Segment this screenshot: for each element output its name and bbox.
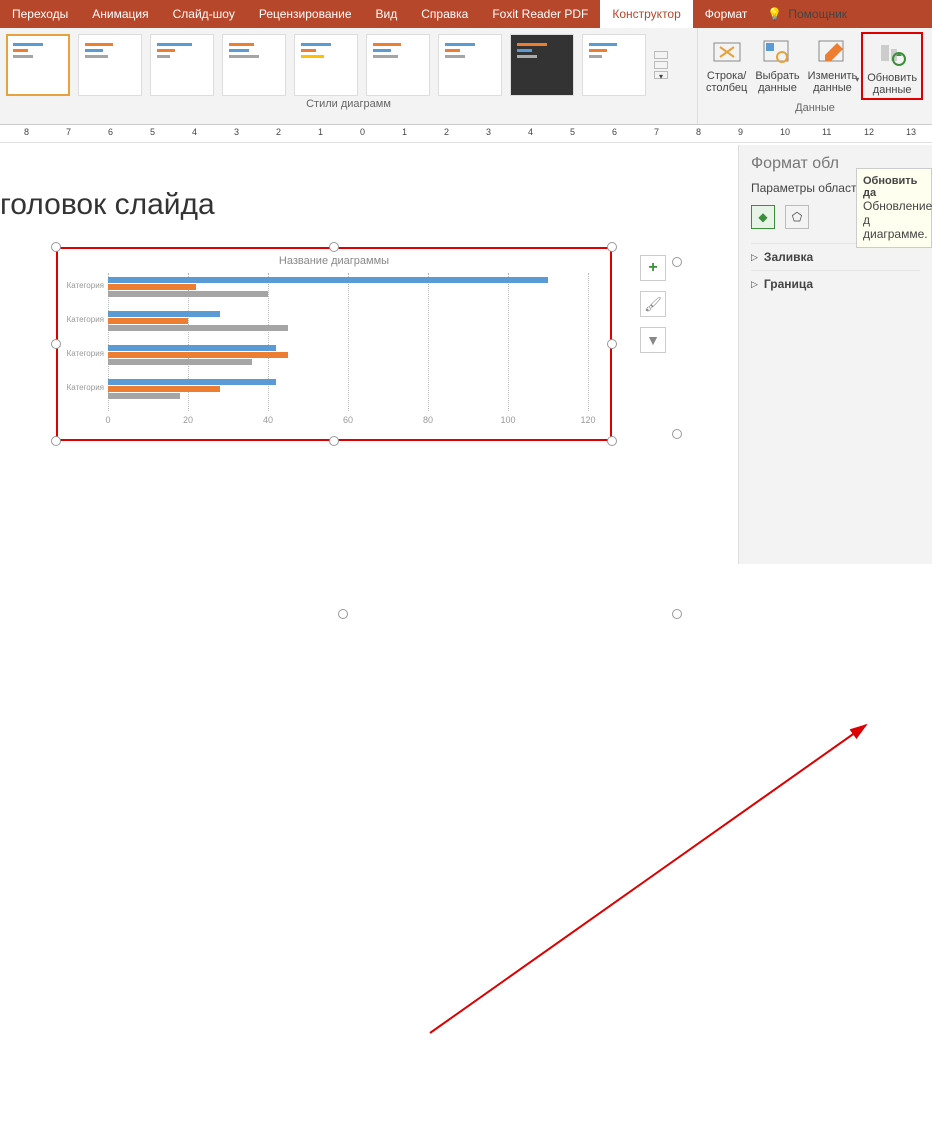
tooltip-body: Обновление д диаграмме. [863, 199, 932, 241]
ribbon-tabs: Переходы Анимация Слайд-шоу Рецензирован… [0, 0, 932, 28]
chart-elements-button[interactable]: + [640, 255, 666, 281]
select-data-button[interactable]: Выбрать данные [751, 32, 803, 100]
chart-filter-button[interactable]: ▼ [640, 327, 666, 353]
tell-me-label: Помощник [788, 7, 847, 21]
chart-style-7[interactable] [438, 34, 502, 96]
resize-handle[interactable] [607, 339, 617, 349]
resize-handle[interactable] [329, 436, 339, 446]
fill-line-tab[interactable]: ◆ [751, 205, 775, 229]
resize-handle[interactable] [51, 436, 61, 446]
switch-row-col-icon [711, 38, 743, 66]
tab-format[interactable]: Формат [693, 0, 760, 28]
chevron-right-icon: ▷ [751, 252, 758, 263]
annotation-arrow [0, 563, 932, 1127]
chart-object[interactable]: Название диаграммы 020406080100120Катего… [56, 247, 612, 441]
chevron-right-icon: ▷ [751, 279, 758, 290]
tooltip: Обновить да Обновление д диаграмме. [856, 168, 932, 248]
tooltip-title: Обновить да [863, 175, 917, 199]
brush-icon: 🖌 [644, 296, 662, 313]
tab-help[interactable]: Справка [409, 0, 480, 28]
border-label: Граница [764, 277, 813, 291]
select-data-label: Выбрать данные [755, 70, 799, 94]
ribbon: ▾ Стили диаграмм Строка/ столбец Выбрать… [0, 28, 932, 125]
refresh-data-button[interactable]: Обновить данные [861, 32, 923, 100]
tab-view[interactable]: Вид [364, 0, 410, 28]
chart-style-1[interactable] [6, 34, 70, 96]
tab-slideshow[interactable]: Слайд-шоу [161, 0, 247, 28]
effects-tab[interactable]: ⬠ [785, 205, 809, 229]
data-group-label: Данные [698, 100, 932, 118]
chart-styles-gallery[interactable]: ▾ [0, 28, 697, 96]
chart-style-8[interactable] [510, 34, 574, 96]
chart-title[interactable]: Название диаграммы [58, 249, 610, 273]
switch-row-col-label: Строка/ столбец [706, 70, 747, 94]
tab-designer[interactable]: Конструктор [600, 0, 692, 28]
refresh-data-icon [876, 40, 908, 68]
slide-title-placeholder[interactable]: головок слайда [0, 188, 215, 222]
edit-data-label: Изменить данные [808, 70, 858, 94]
chart-style-6[interactable] [366, 34, 430, 96]
edit-data-icon [816, 38, 848, 66]
edit-data-button[interactable]: ▾ Изменить данные [804, 32, 862, 100]
chart-style-4[interactable] [222, 34, 286, 96]
chart-styles-group: ▾ Стили диаграмм [0, 28, 698, 124]
border-accordion[interactable]: ▷ Граница [751, 270, 920, 297]
tab-review[interactable]: Рецензирование [247, 0, 364, 28]
chart-style-5[interactable] [294, 34, 358, 96]
chart-style-2[interactable] [78, 34, 142, 96]
gallery-more[interactable]: ▾ [654, 34, 668, 96]
chart-style-9[interactable] [582, 34, 646, 96]
resize-handle[interactable] [51, 339, 61, 349]
chart-plot-area[interactable]: 020406080100120КатегорияКатегорияКатегор… [108, 273, 592, 425]
tab-transitions[interactable]: Переходы [0, 0, 80, 28]
plus-icon: + [648, 259, 657, 277]
chart-styles-label: Стили диаграмм [0, 96, 697, 114]
horizontal-ruler: 1615141312111098765432101234567891011121… [0, 125, 932, 143]
chart-style-3[interactable] [150, 34, 214, 96]
pentagon-icon: ⬠ [792, 210, 802, 224]
chart-data-group: Строка/ столбец Выбрать данные ▾ Изменит… [698, 28, 932, 124]
tell-me[interactable]: 💡 Помощник [767, 0, 847, 28]
chart-floating-tools: + 🖌 ▼ [640, 255, 666, 353]
tab-animation[interactable]: Анимация [80, 0, 160, 28]
refresh-data-label: Обновить данные [867, 72, 917, 96]
resize-handle[interactable] [607, 436, 617, 446]
funnel-icon: ▼ [646, 332, 660, 348]
chevron-down-icon: ▾ [855, 75, 859, 84]
fill-label: Заливка [764, 250, 813, 264]
tab-foxit[interactable]: Foxit Reader PDF [480, 0, 600, 28]
paint-bucket-icon: ◆ [758, 210, 767, 224]
bulb-icon: 💡 [767, 7, 782, 21]
chart-styles-button[interactable]: 🖌 [640, 291, 666, 317]
switch-row-col-button[interactable]: Строка/ столбец [702, 32, 751, 100]
select-data-icon [761, 38, 793, 66]
